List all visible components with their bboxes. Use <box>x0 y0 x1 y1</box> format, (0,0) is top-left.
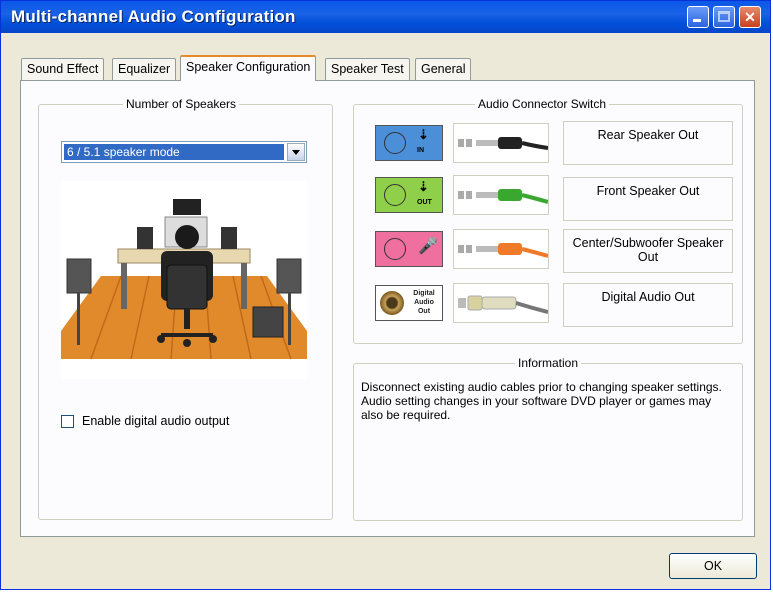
orange-cable-icon <box>458 243 549 258</box>
speaker-layout-picture <box>61 181 307 379</box>
subwoofer <box>252 306 284 338</box>
rear-left-speaker <box>66 258 92 294</box>
chair-pole <box>184 309 190 329</box>
information-text: Disconnect existing audio cables prior t… <box>361 380 722 422</box>
information-legend: Information <box>515 356 582 370</box>
cable-image-black <box>453 123 549 163</box>
arrow-down-icon: ⇣ <box>418 127 429 142</box>
jack-tag: OUT <box>417 199 432 206</box>
jack-tag: IN <box>417 147 424 154</box>
chair-wheel <box>209 335 217 343</box>
jack-digital-button[interactable]: Digital Audio Out <box>375 285 443 321</box>
close-icon: ✕ <box>744 9 756 25</box>
speaker-mode-value: 6 / 5.1 speaker mode <box>64 144 284 160</box>
chevron-down-icon <box>292 150 300 155</box>
tab-general[interactable]: General <box>415 58 472 80</box>
minimize-button[interactable] <box>687 6 709 28</box>
speaker-room-illustration <box>61 199 307 360</box>
rear-left-stand <box>77 293 80 345</box>
cable-image-digital <box>453 283 549 323</box>
digital-audio-out-label: Digital Audio Out <box>563 283 733 327</box>
cable-image-orange <box>453 229 549 269</box>
number-of-speakers-legend: Number of Speakers <box>123 97 240 111</box>
center-speaker <box>173 199 201 215</box>
front-speaker-out-label: Front Speaker Out <box>563 177 733 221</box>
dropdown-arrow-button[interactable] <box>287 143 305 161</box>
desk-leg-right <box>241 263 247 309</box>
window-title: Multi-channel Audio Configuration <box>11 7 296 26</box>
front-right-speaker <box>221 227 237 249</box>
center-subwoofer-speaker-out-label: Center/Subwoofer Speaker Out <box>563 229 733 273</box>
audio-connector-switch-legend: Audio Connector Switch <box>475 97 610 111</box>
rear-right-stand <box>288 293 291 345</box>
jack-blue-button[interactable]: ⇣ IN <box>375 125 443 161</box>
tab-speaker-test[interactable]: Speaker Test <box>325 58 410 80</box>
chair-wheel <box>157 335 165 343</box>
tab-sound-effect[interactable]: Sound Effect <box>21 58 105 80</box>
person-head <box>175 225 199 249</box>
digital-coax-icon <box>380 291 404 315</box>
jack-green-button[interactable]: ⇣ OUT <box>375 177 443 213</box>
desk-leg-left <box>121 263 127 309</box>
title-bar[interactable]: Multi-channel Audio Configuration ✕ <box>1 1 770 33</box>
close-button[interactable]: ✕ <box>739 6 761 28</box>
cable-image-green <box>453 175 549 215</box>
maximize-button[interactable] <box>713 6 735 28</box>
green-cable-icon <box>458 189 549 204</box>
tab-equalizer[interactable]: Equalizer <box>112 58 177 80</box>
rear-speaker-out-label: Rear Speaker Out <box>563 121 733 165</box>
speaker-mode-select[interactable]: 6 / 5.1 speaker mode <box>61 141 307 163</box>
maximize-icon <box>718 11 730 22</box>
enable-digital-audio-checkbox[interactable] <box>61 415 74 428</box>
rear-right-speaker <box>276 258 302 294</box>
front-left-speaker <box>137 227 153 249</box>
jack-socket-icon <box>384 238 406 260</box>
tab-speaker-configuration[interactable]: Speaker Configuration <box>180 55 317 81</box>
chair-wheel <box>183 339 191 347</box>
chair-back <box>166 264 208 310</box>
minimize-icon <box>693 19 701 22</box>
enable-digital-audio-label[interactable]: Enable digital audio output <box>82 414 229 428</box>
microphone-icon: 🎤 <box>418 238 438 255</box>
black-cable-icon <box>458 137 549 150</box>
ok-button[interactable]: OK <box>669 553 757 579</box>
jack-pink-button[interactable]: 🎤 <box>375 231 443 267</box>
arrow-down-icon: ⇣ <box>418 179 429 194</box>
jack-socket-icon <box>384 132 406 154</box>
jack-socket-icon <box>384 184 406 206</box>
dialog-window: Multi-channel Audio Configuration ✕ Soun… <box>0 0 771 590</box>
rca-cable-icon <box>458 295 549 314</box>
digital-audio-out-jack-text: Digital Audio Out <box>413 290 435 315</box>
